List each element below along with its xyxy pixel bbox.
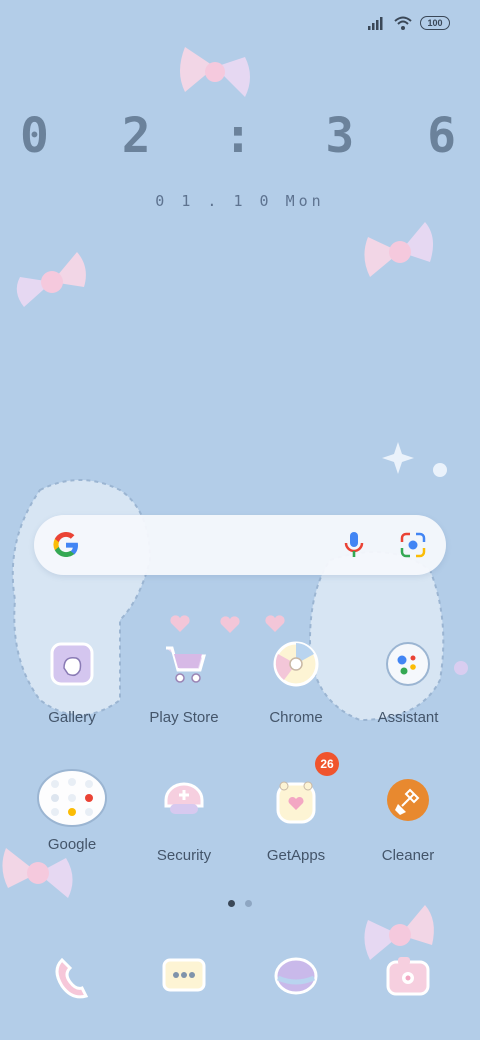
google-search-bar[interactable] xyxy=(34,515,446,575)
gallery-icon xyxy=(50,642,94,686)
flower-decoration xyxy=(433,463,447,477)
app-label: Gallery xyxy=(48,709,96,726)
app-label: Security xyxy=(156,847,212,864)
heart-decoration xyxy=(170,615,190,632)
app-security[interactable]: Security xyxy=(128,774,240,864)
notification-badge: 26 xyxy=(315,752,339,776)
bow-decoration xyxy=(180,47,250,97)
page-dot[interactable] xyxy=(245,900,252,907)
sparkle-decoration xyxy=(382,442,414,474)
app-chrome[interactable]: Chrome xyxy=(240,636,352,726)
bow-decoration xyxy=(364,222,434,277)
google-g-icon xyxy=(53,531,78,557)
app-play-store[interactable]: Play Store xyxy=(128,636,240,726)
heart-decoration xyxy=(265,615,285,632)
chrome-icon xyxy=(273,641,319,687)
dock-camera[interactable] xyxy=(352,948,464,1009)
app-cleaner[interactable]: Cleaner xyxy=(352,774,464,864)
bow-decoration xyxy=(16,252,86,307)
wifi-icon xyxy=(394,16,412,30)
play-store-icon xyxy=(166,646,206,683)
app-label: Play Store xyxy=(149,709,219,726)
page-dot-active[interactable] xyxy=(228,900,235,907)
bow-decoration xyxy=(2,848,73,898)
app-label: Assistant xyxy=(377,709,439,726)
dock-browser[interactable] xyxy=(240,948,352,1009)
app-assistant[interactable]: Assistant xyxy=(352,636,464,726)
app-label: Google xyxy=(47,836,97,853)
app-google-folder[interactable]: Google xyxy=(16,769,128,853)
google-folder-icon xyxy=(37,768,107,827)
app-label: Chrome xyxy=(269,709,323,726)
security-icon xyxy=(164,782,204,814)
phone-icon xyxy=(55,957,89,999)
heart-decoration xyxy=(220,616,240,633)
app-gallery[interactable]: Gallery xyxy=(16,636,128,726)
status-bar: 100 xyxy=(368,16,450,30)
getapps-icon xyxy=(276,781,316,824)
clock-date[interactable]: 0 1 . 1 0 Mon xyxy=(0,192,480,210)
browser-icon xyxy=(274,957,318,995)
dock-messages[interactable] xyxy=(128,948,240,1009)
messages-icon xyxy=(162,958,206,992)
camera-icon xyxy=(386,957,430,996)
page-indicator[interactable] xyxy=(228,900,252,907)
app-getapps[interactable]: GetApps xyxy=(240,774,352,864)
battery-indicator: 100 xyxy=(420,16,450,30)
lens-icon[interactable] xyxy=(398,530,428,560)
assistant-icon xyxy=(386,642,430,686)
app-label: GetApps xyxy=(266,847,326,864)
dock-phone[interactable] xyxy=(16,948,128,1009)
clock-time[interactable]: 0 2 : 3 6 xyxy=(0,108,480,164)
signal-icon xyxy=(368,17,383,30)
app-label: Cleaner xyxy=(381,847,435,864)
mic-icon[interactable] xyxy=(340,529,368,561)
cleaner-icon xyxy=(387,779,429,821)
